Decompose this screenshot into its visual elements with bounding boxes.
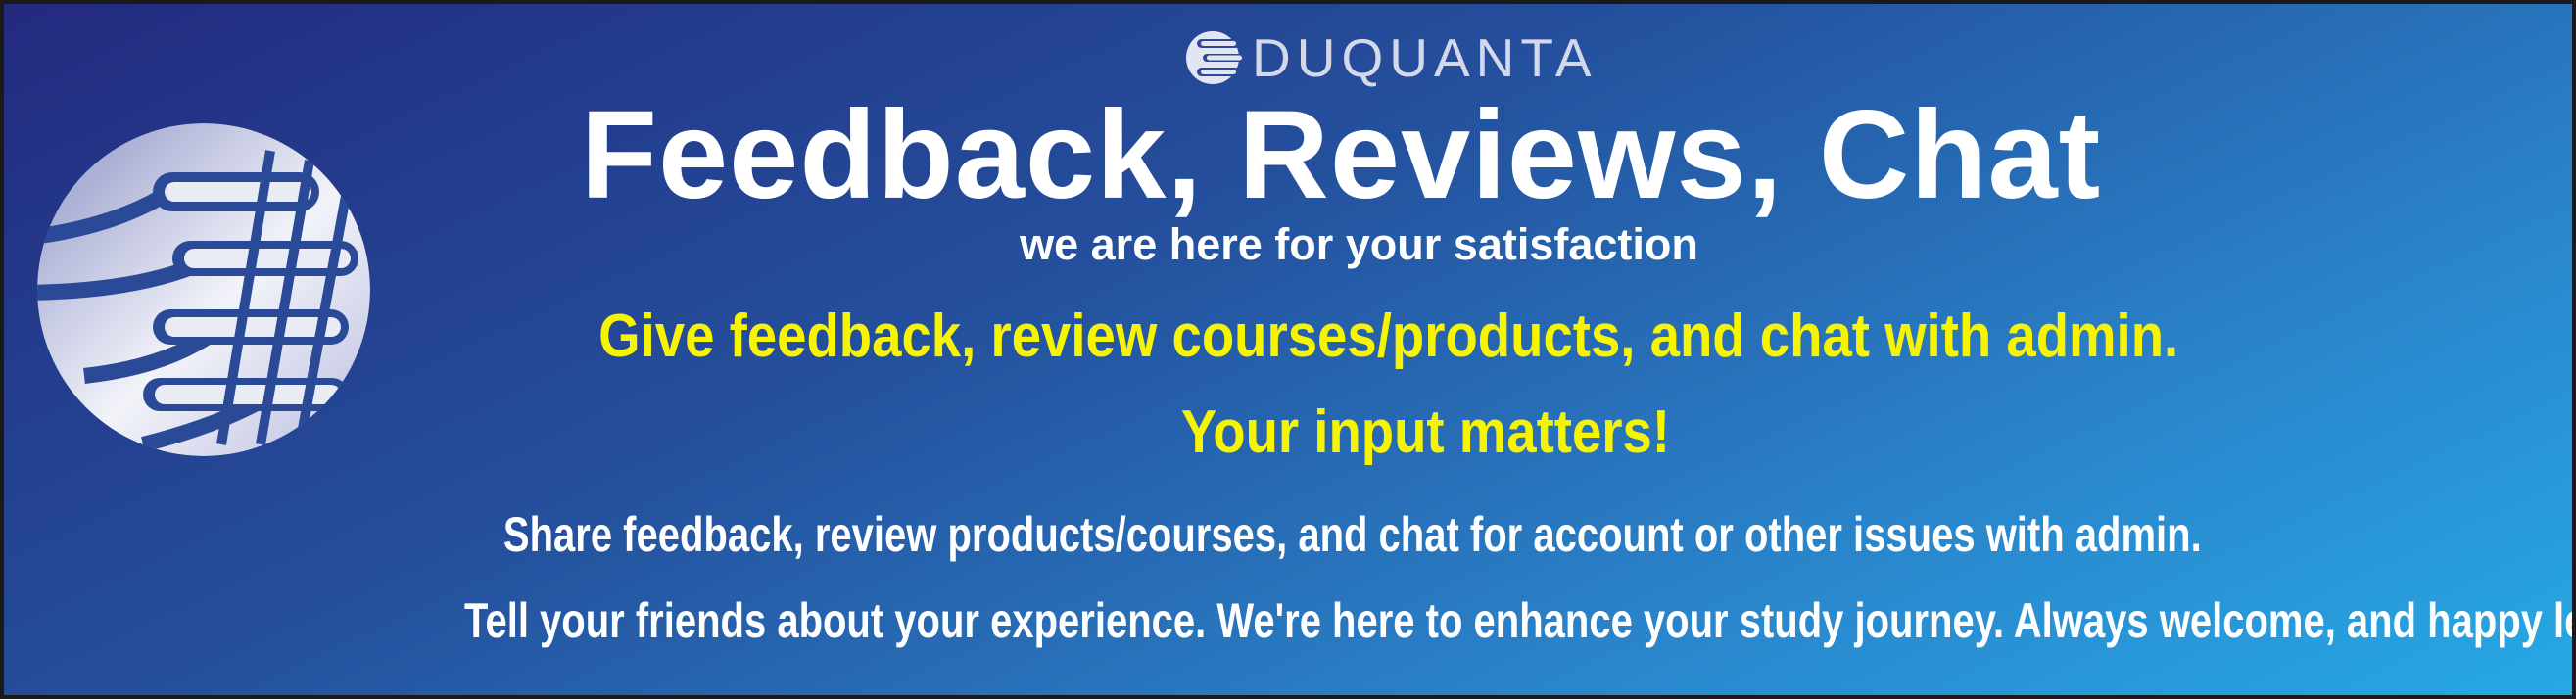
feedback-banner: DUQUANTA Feedback, Reviews, Chat we are … xyxy=(0,0,2576,699)
highlight-line-2: Your input matters! xyxy=(1180,398,1671,466)
highlight-line-1: Give feedback, review courses/products, … xyxy=(598,303,2179,370)
body-line-1: Share feedback, review products/courses,… xyxy=(502,507,2202,562)
banner-title: Feedback, Reviews, Chat xyxy=(580,85,2102,225)
eduquanta-small-logo-icon xyxy=(1186,31,1246,84)
body-line-2: Tell your friends about your experience.… xyxy=(464,593,2576,648)
brand-logo: DUQUANTA xyxy=(1179,27,1598,88)
banner-subtitle: we are here for your satisfaction xyxy=(1020,219,1698,269)
brand-name: DUQUANTA xyxy=(1252,27,1598,88)
